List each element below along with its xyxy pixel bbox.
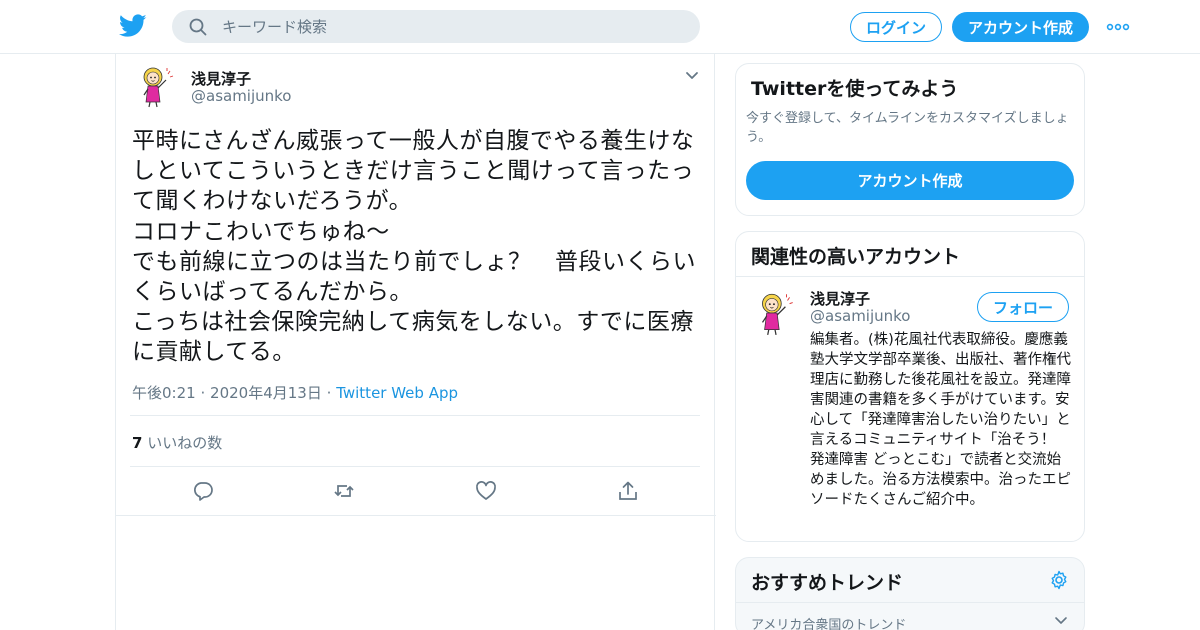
related-accounts-title: 関連性の高いアカウント [751, 246, 961, 268]
avatar[interactable] [750, 288, 800, 338]
trends-title: おすすめトレンド [751, 572, 904, 594]
signup-card-description: 今すぐ登録して、タイムラインをカスタマイズしましょう。 [746, 111, 1069, 145]
signup-card: Twitterを使ってみよう 今すぐ登録して、タイムラインをカスタマイズしましょ… [735, 63, 1085, 216]
related-account-handle[interactable]: @asamijunko [810, 307, 911, 325]
tweet-author-name[interactable]: 浅見淳子 [191, 68, 251, 89]
gear-icon[interactable] [1049, 570, 1069, 590]
tweet-actions [116, 467, 716, 515]
tweet-time[interactable]: 午後0:21 [132, 384, 196, 402]
twitter-bird-icon[interactable] [119, 13, 147, 39]
related-account-name[interactable]: 浅見淳子 [810, 288, 870, 309]
likes-count[interactable]: 7 いいねの数 [132, 432, 222, 453]
meta-separator: · [326, 384, 332, 402]
meta-separator: · [200, 384, 206, 402]
divider [130, 415, 700, 416]
login-button[interactable]: ログイン [850, 12, 942, 42]
divider [116, 515, 716, 516]
signup-card-title: Twitterを使ってみよう [751, 78, 959, 100]
cartoon-avatar-icon [132, 62, 180, 110]
follow-button[interactable]: フォロー [977, 292, 1069, 322]
tweet-author-handle[interactable]: @asamijunko [191, 87, 292, 105]
related-account-bio: 編集者。(株)花風社代表取締役。慶應義塾大学文学部卒業後、出版社、著作権代理店に… [810, 332, 1071, 508]
likes-label: いいねの数 [147, 434, 223, 452]
like-icon[interactable] [475, 480, 497, 502]
avatar[interactable] [132, 62, 180, 110]
more-dots-icon[interactable] [1106, 18, 1130, 36]
retweet-icon[interactable] [333, 480, 355, 502]
tweet-detail: 浅見淳子 @asamijunko 平時にさんざん威張って一般人が自腹でやる養生け… [115, 54, 716, 630]
divider [736, 276, 1084, 277]
trend-location: アメリカ合衆国のトレンド [751, 618, 907, 630]
related-accounts-card: 関連性の高いアカウント 浅見淳子 @asamijunko フォロー 編集者。(株… [735, 231, 1085, 542]
tweet-source-link[interactable]: Twitter Web App [336, 384, 458, 402]
divider [736, 602, 1084, 603]
top-navigation-bar: ログイン アカウント作成 [0, 0, 1200, 54]
search-box [172, 10, 700, 43]
tweet-text: 平時にさんざん威張って一般人が自腹でやる養生けなしといてこういうときだけ言うこと… [132, 128, 696, 366]
signup-button[interactable]: アカウント作成 [952, 12, 1089, 42]
tweet-metadata: 午後0:21 · 2020年4月13日 · Twitter Web App [132, 382, 458, 403]
chevron-down-icon[interactable] [1054, 616, 1068, 626]
search-icon [189, 18, 207, 36]
signup-card-button[interactable]: アカウント作成 [746, 161, 1074, 200]
cartoon-avatar-icon [750, 288, 800, 338]
trends-card: おすすめトレンド アメリカ合衆国のトレンド [735, 557, 1085, 630]
likes-number: 7 [132, 434, 143, 452]
tweet-date[interactable]: 2020年4月13日 [210, 384, 322, 402]
search-input[interactable] [222, 10, 682, 43]
chevron-down-icon[interactable] [684, 68, 700, 82]
share-icon[interactable] [617, 480, 639, 502]
reply-icon[interactable] [192, 480, 214, 502]
